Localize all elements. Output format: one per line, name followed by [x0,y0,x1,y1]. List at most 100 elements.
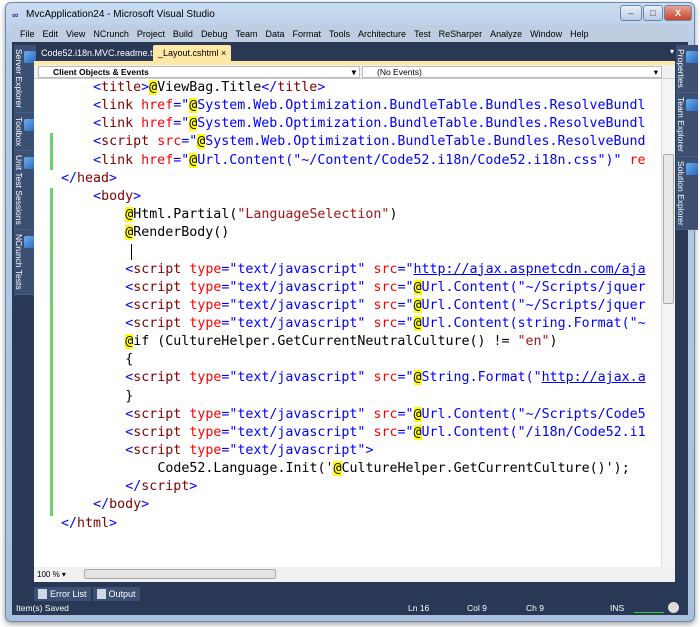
error-list-tab[interactable]: Error List [34,587,91,601]
code-token: src [373,279,398,295]
right-tool-solution-explorer[interactable]: Solution Explorer [676,156,698,231]
menu-item-format[interactable]: Format [289,29,326,39]
code-line: <script type="text/javascript" src="@Url… [125,297,646,315]
code-token: } [125,388,134,404]
code-token: System.Web.Optimization.BundleTable.Bund… [197,98,646,114]
code-token: </ [125,479,142,495]
right-tool-properties[interactable]: Properties [676,45,698,93]
code-token: Url.Content("~/Scripts/Code5 [421,406,646,422]
code-token: href [141,152,174,168]
horizontal-scroll-area: 100 % ▾ [34,567,675,582]
tool-label: Toolbox [14,117,24,147]
close-tab-icon[interactable]: × [221,48,226,58]
menu-item-test[interactable]: Test [410,29,435,39]
code-token: re [629,152,646,168]
code-token: ) [549,334,558,350]
menu-item-data[interactable]: Data [261,29,288,39]
menu-item-build[interactable]: Build [169,29,197,39]
events-dropdown[interactable]: (No Events) ▾ [362,66,662,78]
menu-item-resharper[interactable]: ReSharper [435,29,487,39]
code-token: src [373,261,398,277]
client-objects-value: Client Objects & Events [53,67,149,77]
code-token: @ [333,461,342,477]
code-token: CultureHelper.GetCurrentCulture()'); [341,461,630,477]
code-token: > [141,80,150,95]
status-char: Ch 9 [526,603,544,613]
tab-dropdown-icon[interactable]: ▾ [670,47,674,56]
left-tool-server-explorer[interactable]: Server Explorer [14,45,36,114]
code-token: script [133,279,182,295]
horizontal-scrollbar-thumb[interactable] [84,569,276,579]
menu-item-ncrunch[interactable]: NCrunch [89,29,133,39]
code-line: <script type="text/javascript" src="@Url… [125,315,646,333]
menu-item-edit[interactable]: Edit [39,29,63,39]
menu-item-architecture[interactable]: Architecture [354,29,410,39]
menu-item-view[interactable]: View [62,29,89,39]
code-token: type [189,406,222,422]
code-token: href [141,116,174,132]
menu-item-window[interactable]: Window [526,29,566,39]
activity-graph-icon [634,604,664,613]
code-token: Code52.Language.Init(' [157,461,334,477]
code-token: System.Web.Optimization.BundleTable.Bund… [205,134,646,150]
change-marker [50,133,53,170]
code-token: @ [413,279,422,295]
menu-item-tools[interactable]: Tools [325,29,354,39]
code-line: <title>@ViewBag.Title</title> [93,79,325,97]
code-line: <script type="text/javascript"> [125,442,373,460]
code-token: ="text/javascript"> [221,443,374,458]
status-indicator-icon [668,602,679,613]
code-token: ="text/javascript" [221,315,366,331]
menu-item-debug[interactable]: Debug [197,29,232,39]
close-button[interactable]: X [664,5,692,21]
code-token: src [373,370,398,386]
output-tab[interactable]: Output [92,587,140,601]
menu-bar: File Edit View NCrunch Project Build Debug Team… [12,25,688,42]
code-token: title [101,80,142,95]
code-token: =" [173,152,190,168]
code-token: script [133,297,182,313]
menu-item-team[interactable]: Team [231,29,261,39]
minimize-button[interactable]: – [620,5,642,21]
menu-item-analyze[interactable]: Analyze [486,29,526,39]
navigation-bar: Client Objects & Events ▾ (No Events) ▾ [34,65,675,79]
chevron-down-icon: ▾ [351,67,356,77]
tab-readme[interactable]: Code52.i18n.MVC.readme.txt [36,45,165,61]
code-token: =" [173,98,190,114]
code-token: =" [397,315,414,331]
code-token: > [109,515,118,531]
code-token: type [189,297,222,313]
code-token: type [189,370,222,386]
client-objects-dropdown[interactable]: Client Objects & Events ▾ [38,66,360,78]
menu-item-file[interactable]: File [16,29,39,39]
menu-item-project[interactable]: Project [133,29,169,39]
maximize-button[interactable]: □ [643,5,663,21]
code-line: <script type="text/javascript" src="@Str… [125,369,646,387]
code-token: "en" [517,334,550,350]
left-tool-ncrunch-tests[interactable]: NCrunch Tests [14,230,36,295]
tab-layout-label: _Layout.cshtml [158,48,219,58]
code-editor[interactable]: <title>@ViewBag.Title</title> <link href=… [34,79,661,567]
code-token: Url.Content("/i18n/Code52.i1 [421,424,646,440]
code-token: =" [181,134,198,150]
code-token: link [101,116,134,132]
code-token: body [101,188,134,204]
code-token: { [125,352,134,368]
menu-item-help[interactable]: Help [566,29,593,39]
vertical-scrollbar[interactable] [661,79,675,567]
left-tool-toolbox[interactable]: Toolbox [14,113,36,152]
code-token: </ [261,80,278,95]
zoom-dropdown[interactable]: 100 % ▾ [37,569,77,580]
code-token: script [133,406,182,422]
code-token: script [133,315,182,331]
scrollbar-thumb[interactable] [663,154,674,304]
code-token: link [101,152,134,168]
code-token: > [189,479,198,495]
left-tool-unit-test-sessions[interactable]: Unit Test Sessions [14,151,36,231]
code-token: String.Format(" [421,370,542,386]
tab-layout[interactable]: _Layout.cshtml × [153,45,232,61]
right-tool-team-explorer[interactable]: Team Explorer [676,92,698,157]
